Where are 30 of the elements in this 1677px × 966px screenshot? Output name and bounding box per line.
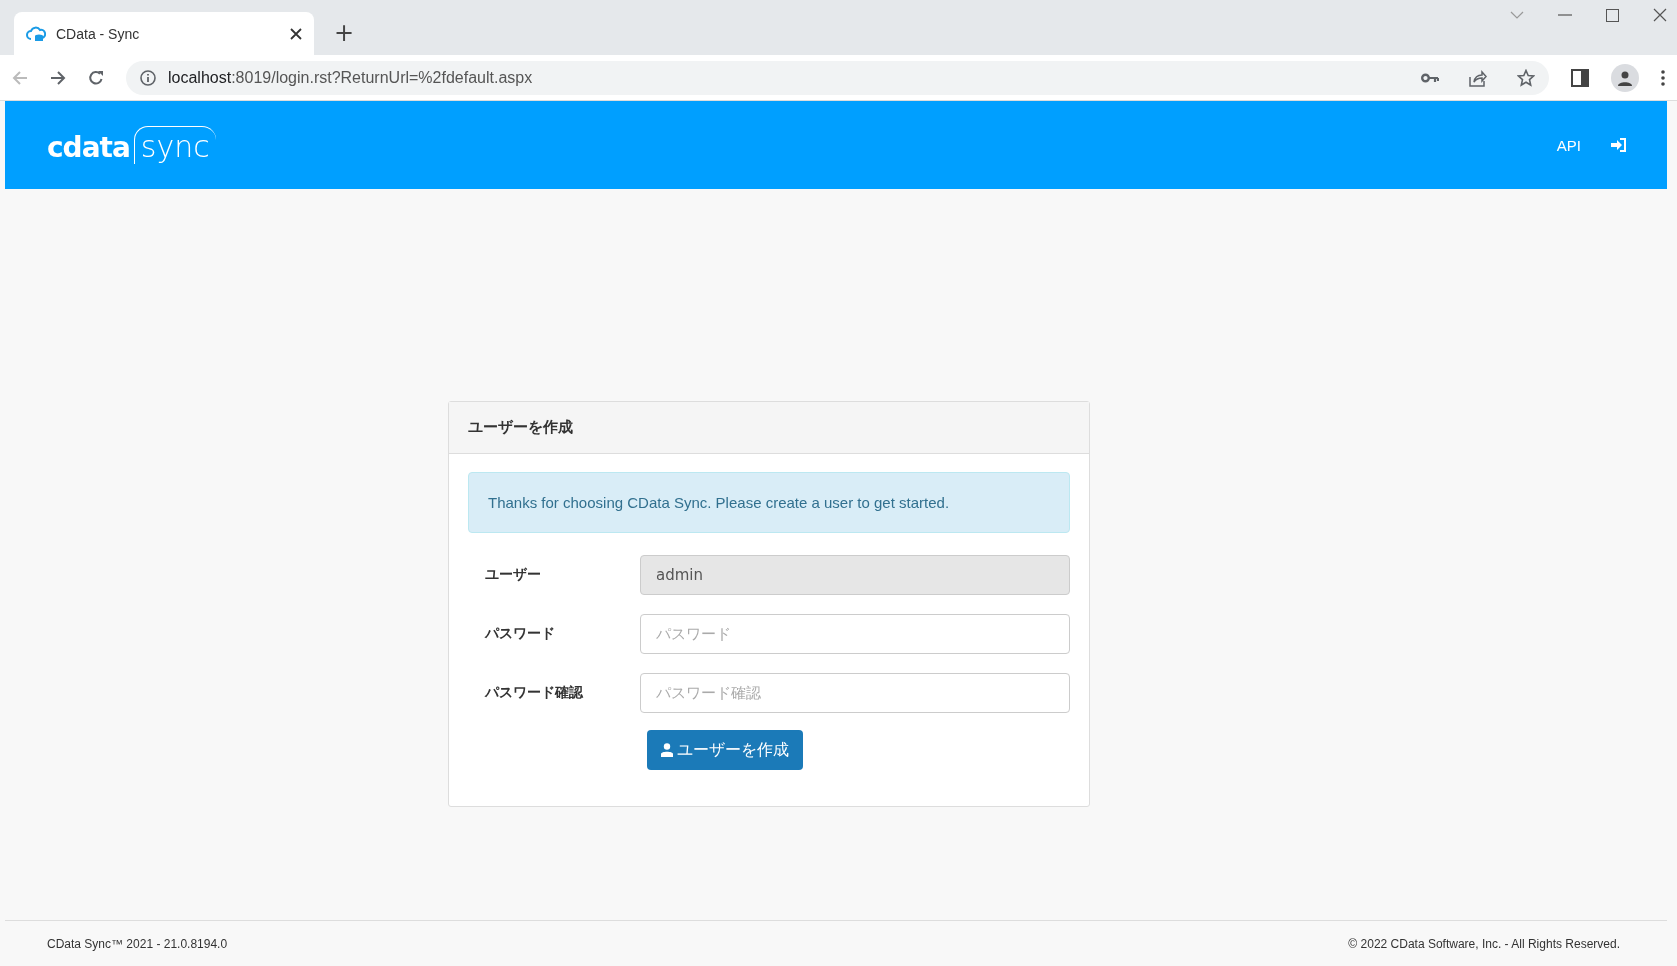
login-icon[interactable] (1611, 138, 1627, 152)
close-icon[interactable] (1653, 8, 1667, 22)
input-field[interactable]: パスワード確認 (640, 673, 1070, 713)
reload-icon[interactable] (88, 69, 104, 86)
browser-tab[interactable]: CData - Sync (14, 12, 314, 55)
forward-icon[interactable] (50, 69, 66, 86)
cloud-icon (26, 24, 46, 43)
field-label: パスワード (483, 625, 556, 643)
tab-title: CData - Sync (56, 25, 141, 42)
new-tab-button[interactable]: + (328, 19, 361, 47)
profile-avatar[interactable] (1611, 63, 1639, 92)
field-label: パスワード確認 (483, 684, 584, 702)
address-bar[interactable]: localhost:8019/login.rst?ReturnUrl=%2fdefault.aspx (126, 60, 1549, 95)
star-icon[interactable] (1517, 68, 1535, 87)
field-label: ユーザー (484, 566, 542, 584)
version-text: CData Sync™ 2021 - 21.0.8194.0 (47, 936, 228, 951)
side-panel-icon[interactable] (1571, 68, 1589, 87)
key-icon[interactable] (1421, 72, 1439, 83)
input-field[interactable]: パスワード (640, 614, 1070, 654)
share-icon[interactable] (1469, 68, 1487, 87)
close-icon[interactable] (290, 27, 302, 40)
create-user-button[interactable]: ユーザーを作成 (647, 730, 803, 770)
url-text: localhost:8019/login.rst?ReturnUrl=%2fdefault.aspx (168, 68, 533, 87)
card-title: ユーザーを作成 (449, 402, 1089, 454)
info-icon (140, 69, 156, 86)
maximize-icon[interactable] (1606, 8, 1619, 22)
copyright-text: © 2022 CData Software, Inc. - All Rights Reserved. (1348, 936, 1620, 951)
more-icon[interactable] (1661, 69, 1665, 86)
user-icon (661, 743, 673, 757)
info-alert: Thanks for choosing CData Sync. Please create a user to get started. (468, 472, 1070, 533)
